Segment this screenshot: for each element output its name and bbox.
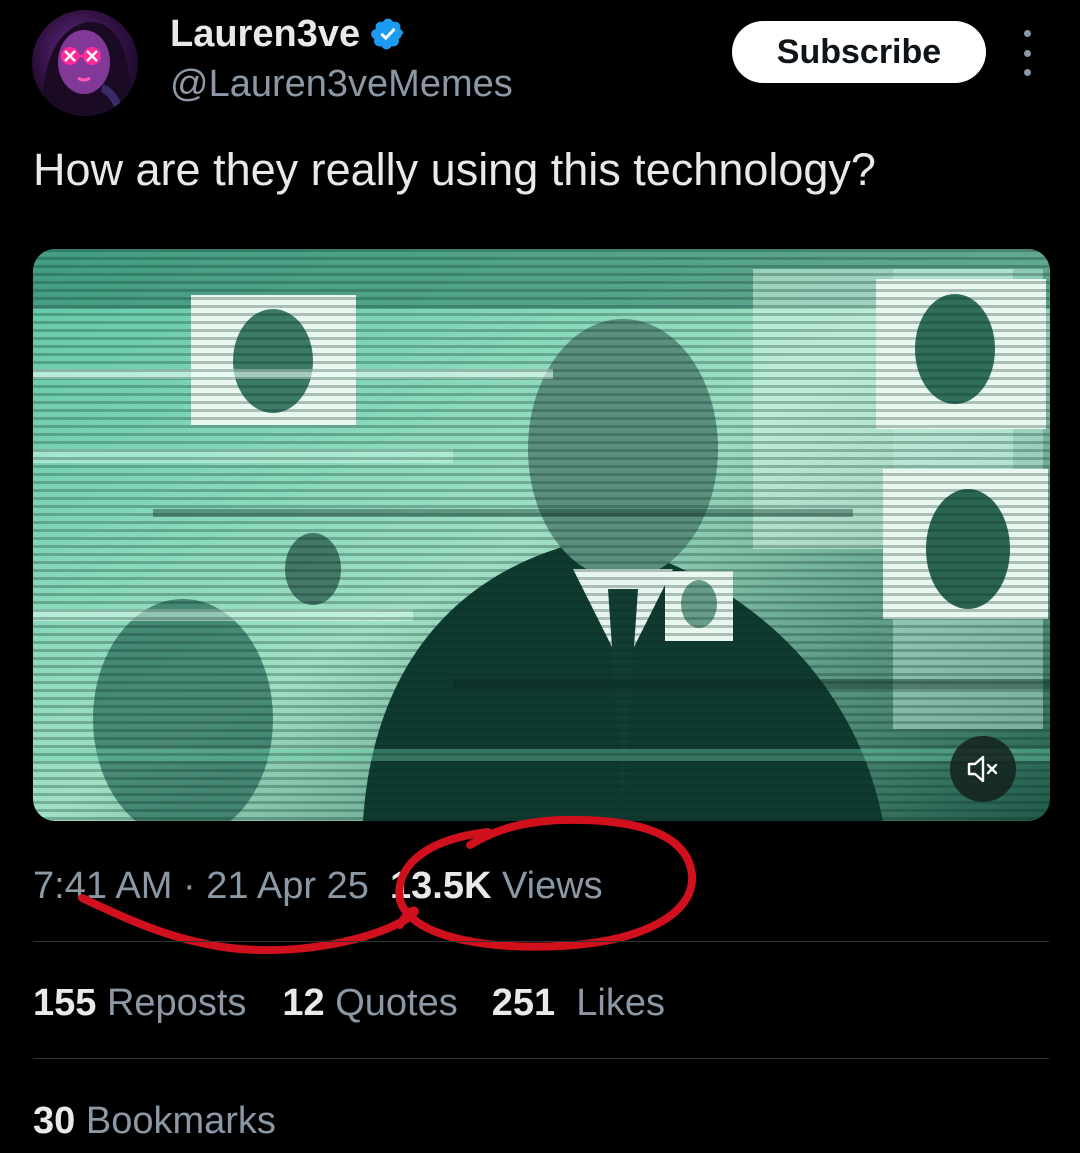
- bookmarks-row: 30 Bookmarks: [33, 1096, 276, 1146]
- video-frame: [33, 249, 1050, 821]
- meta-separator: ·: [172, 865, 207, 907]
- tweet-meta: 7:41 AM · 21 Apr 25 13.5K Views: [33, 860, 603, 912]
- bookmarks-label: Bookmarks: [85, 1100, 276, 1142]
- verified-badge-icon: [371, 18, 404, 50]
- more-vertical-icon[interactable]: [1010, 30, 1044, 76]
- quotes-stat[interactable]: 12 Quotes: [282, 978, 457, 1028]
- bookmarks-stat[interactable]: 30 Bookmarks: [33, 1096, 276, 1146]
- likes-count: 251: [491, 982, 556, 1024]
- likes-stat[interactable]: 251 Likes: [492, 978, 665, 1028]
- tweet-date[interactable]: 21 Apr 25: [206, 860, 369, 912]
- divider: [33, 941, 1049, 942]
- divider: [33, 1058, 1049, 1059]
- mute-button[interactable]: [950, 736, 1016, 802]
- subscribe-button[interactable]: Subscribe: [732, 21, 986, 83]
- engagement-stats: 155 Reposts 12 Quotes 251 Likes: [33, 978, 665, 1028]
- tweet-text: How are they really using this technolog…: [33, 144, 876, 195]
- author-avatar[interactable]: [32, 10, 138, 116]
- quotes-count: 12: [282, 982, 325, 1024]
- video-player[interactable]: [33, 249, 1050, 821]
- author-handle[interactable]: @Lauren3veMemes: [170, 62, 513, 106]
- views-count: 13.5K: [390, 865, 492, 907]
- speaker-muted-icon: [967, 755, 998, 783]
- views-label: Views: [501, 865, 603, 907]
- likes-label: Likes: [576, 982, 665, 1024]
- author-name-text: Lauren3ve: [170, 13, 361, 55]
- reposts-stat[interactable]: 155 Reposts: [33, 978, 246, 1028]
- quotes-label: Quotes: [335, 982, 458, 1024]
- reposts-count: 155: [33, 982, 97, 1024]
- author-display-name[interactable]: Lauren3ve: [170, 12, 406, 56]
- reposts-label: Reposts: [106, 982, 247, 1024]
- bookmarks-count: 30: [33, 1100, 76, 1142]
- tweet-time[interactable]: 7:41 AM: [33, 860, 172, 912]
- avatar-icon: [42, 21, 131, 116]
